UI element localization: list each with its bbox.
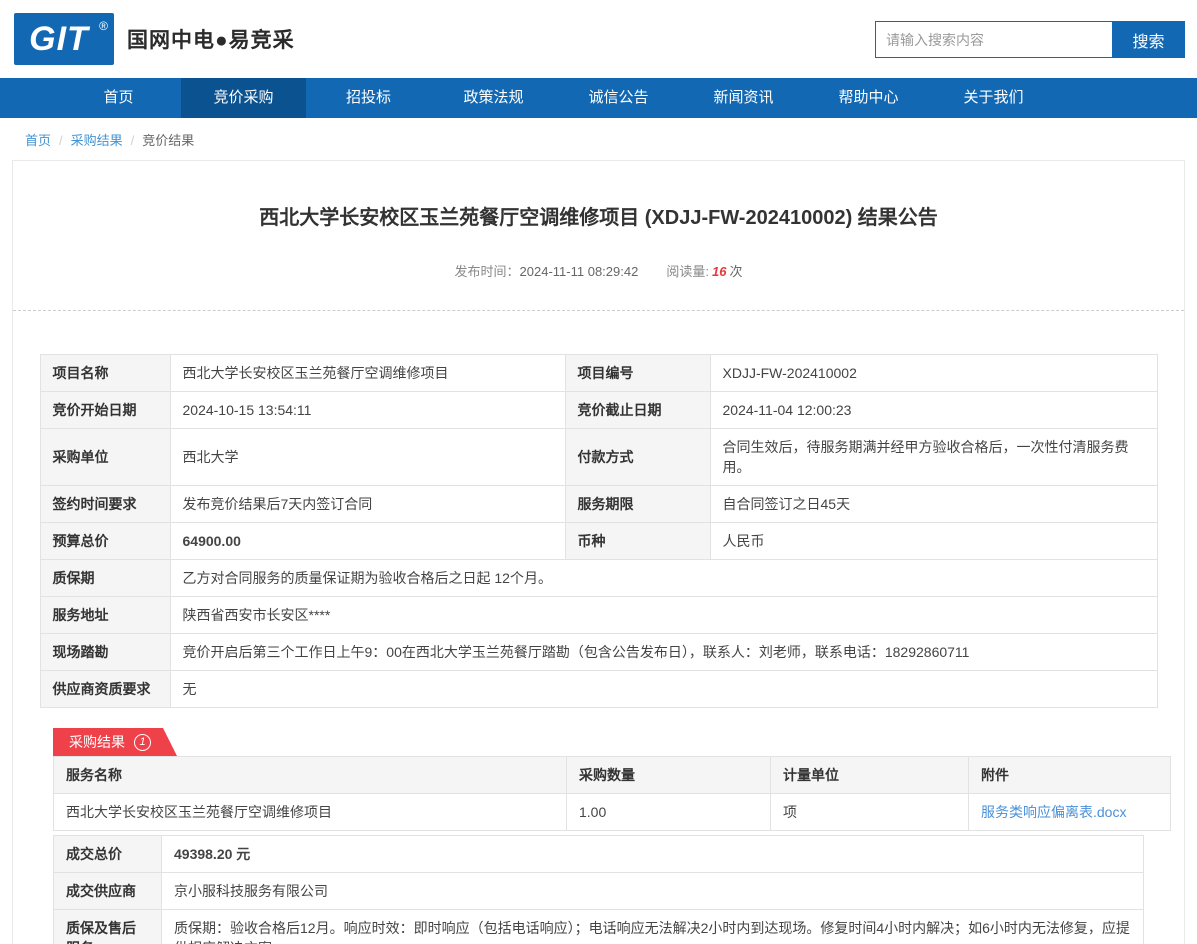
currency-value: 人民币 (709, 522, 1158, 560)
project-name-value: 西北大学长安校区玉兰苑餐厅空调维修项目 (169, 354, 566, 392)
project-name-label: 项目名称 (39, 354, 171, 392)
breadcrumb-home[interactable]: 首页 (25, 133, 51, 148)
payment-method-label: 付款方式 (564, 428, 711, 486)
breadcrumb-procurement-results[interactable]: 采购结果 (71, 133, 123, 148)
table-row: 质保及售后服务 质保期：验收合格后12月。响应时效：即时响应（包括电话响应）；电… (53, 909, 1144, 944)
read-count-label: 阅读量: (666, 264, 709, 279)
bid-deadline-value: 2024-11-04 12:00:23 (709, 391, 1158, 429)
site-header: GIT ® 国网中电●易竞采 搜索 (0, 0, 1197, 78)
winning-supplier-value: 京小服科技服务有限公司 (161, 872, 1144, 910)
breadcrumb: 首页 / 采购结果 / 竞价结果 (0, 118, 1197, 160)
warranty-service-label: 质保及售后服务 (53, 909, 162, 944)
signing-time-value: 发布竞价结果后7天内签订合同 (169, 485, 566, 523)
service-address-label: 服务地址 (39, 596, 171, 634)
purchaser-value: 西北大学 (169, 428, 566, 486)
supplier-qualification-value: 无 (169, 670, 1158, 708)
site-name: 国网中电●易竞采 (127, 29, 295, 52)
main-nav: 首页 竞价采购 招投标 政策法规 诚信公告 新闻资讯 帮助中心 关于我们 (0, 78, 1197, 118)
table-row: 竞价开始日期 2024-10-15 13:54:11 竞价截止日期 2024-1… (39, 391, 1158, 429)
procurement-result-ribbon: 采购结果 1 (53, 728, 177, 756)
bid-deadline-label: 竞价截止日期 (564, 391, 711, 429)
dashed-divider (13, 310, 1184, 311)
publish-time-label: 发布时间： (454, 264, 520, 279)
nav-item-help-center[interactable]: 帮助中心 (806, 78, 931, 118)
table-row: 采购单位 西北大学 付款方式 合同生效后，待服务期满并经甲方验收合格后，一次性付… (39, 428, 1158, 486)
breadcrumb-bidding-results: 竞价结果 (142, 133, 195, 148)
service-period-value: 自合同签订之日45天 (709, 485, 1158, 523)
nav-item-integrity-notices[interactable]: 诚信公告 (556, 78, 681, 118)
brand[interactable]: GIT ® 国网中电●易竞采 (14, 13, 295, 65)
unit-header: 计量单位 (770, 756, 969, 794)
supplier-qualification-label: 供应商资质要求 (39, 670, 171, 708)
nav-item-policies[interactable]: 政策法规 (431, 78, 556, 118)
announcement-card: 西北大学长安校区玉兰苑餐厅空调维修项目 (XDJJ-FW-202410002) … (12, 160, 1185, 944)
table-row: 供应商资质要求 无 (39, 670, 1158, 708)
payment-method-value: 合同生效后，待服务期满并经甲方验收合格后，一次性付清服务费用。 (709, 428, 1158, 486)
warranty-period-value: 乙方对合同服务的质量保证期为验收合格后之日起 12个月。 (169, 559, 1158, 597)
nav-item-tendering[interactable]: 招投标 (306, 78, 431, 118)
warranty-period-label: 质保期 (39, 559, 171, 597)
publish-time: 2024-11-11 08:29:42 (519, 264, 639, 279)
table-row: 预算总价 64900.00 币种 人民币 (39, 522, 1158, 560)
service-name-header: 服务名称 (53, 756, 567, 794)
nav-item-about-us[interactable]: 关于我们 (931, 78, 1056, 118)
git-logo: GIT ® (14, 13, 114, 65)
table-row: 质保期 乙方对合同服务的质量保证期为验收合格后之日起 12个月。 (39, 559, 1158, 597)
result-number-badge: 1 (134, 734, 151, 751)
breadcrumb-separator: / (130, 133, 135, 148)
table-row: 现场踏勘 竞价开启后第三个工作日上午9：00在西北大学玉兰苑餐厅踏勘（包含公告发… (39, 633, 1158, 671)
ribbon-label: 采购结果 (69, 734, 125, 750)
table-row: 签约时间要求 发布竞价结果后7天内签订合同 服务期限 自合同签订之日45天 (39, 485, 1158, 523)
announcement-meta: 发布时间：2024-11-11 08:29:42 阅读量: 16 次 (13, 261, 1184, 280)
winning-supplier-label: 成交供应商 (53, 872, 162, 910)
quantity-value: 1.00 (566, 793, 771, 831)
registered-trademark-icon: ® (99, 19, 108, 33)
project-info-table: 项目名称 西北大学长安校区玉兰苑餐厅空调维修项目 项目编号 XDJJ-FW-20… (39, 354, 1158, 708)
page-title: 西北大学长安校区玉兰苑餐厅空调维修项目 (XDJJ-FW-202410002) … (259, 207, 938, 229)
logo-text: GIT (29, 19, 89, 58)
bid-start-value: 2024-10-15 13:54:11 (169, 391, 566, 429)
warranty-service-value: 质保期：验收合格后12月。响应时效：即时响应（包括电话响应）；电话响应无法解决2… (161, 909, 1144, 944)
budget-total-value: 64900.00 (169, 522, 566, 560)
site-survey-value: 竞价开启后第三个工作日上午9：00在西北大学玉兰苑餐厅踏勘（包含公告发布日），联… (169, 633, 1158, 671)
budget-total-label: 预算总价 (39, 522, 171, 560)
project-number-label: 项目编号 (564, 354, 711, 392)
deal-total-label: 成交总价 (53, 835, 162, 873)
read-count-unit: 次 (729, 264, 743, 279)
nav-item-news[interactable]: 新闻资讯 (681, 78, 806, 118)
service-address-value: 陕西省西安市长安区**** (169, 596, 1158, 634)
service-period-label: 服务期限 (564, 485, 711, 523)
attachment-header: 附件 (968, 756, 1171, 794)
table-header-row: 服务名称 采购数量 计量单位 附件 (53, 756, 1171, 794)
procurement-result-section: 采购结果 1 服务名称 采购数量 计量单位 附件 西北大学长安校区玉兰苑餐厅空调… (53, 728, 1171, 944)
service-name-value: 西北大学长安校区玉兰苑餐厅空调维修项目 (53, 793, 567, 831)
project-number-value: XDJJ-FW-202410002 (709, 354, 1158, 392)
nav-item-bidding-procurement[interactable]: 竞价采购 (181, 78, 306, 118)
currency-label: 币种 (564, 522, 711, 560)
signing-time-label: 签约时间要求 (39, 485, 171, 523)
site-survey-label: 现场踏勘 (39, 633, 171, 671)
bid-start-label: 竞价开始日期 (39, 391, 171, 429)
quantity-header: 采购数量 (566, 756, 771, 794)
read-count: 16 (711, 264, 727, 279)
result-item-table: 服务名称 采购数量 计量单位 附件 西北大学长安校区玉兰苑餐厅空调维修项目 1.… (53, 756, 1171, 831)
search-button[interactable]: 搜索 (1112, 21, 1185, 58)
result-detail-table: 成交总价 49398.20 元 成交供应商 京小服科技服务有限公司 质保及售后服… (53, 835, 1144, 944)
table-row: 服务地址 陕西省西安市长安区**** (39, 596, 1158, 634)
purchaser-label: 采购单位 (39, 428, 171, 486)
breadcrumb-separator: / (59, 133, 63, 148)
table-row: 项目名称 西北大学长安校区玉兰苑餐厅空调维修项目 项目编号 XDJJ-FW-20… (39, 354, 1158, 392)
search-bar: 搜索 (875, 21, 1185, 58)
deal-total-value: 49398.20 元 (161, 835, 1144, 873)
table-row: 西北大学长安校区玉兰苑餐厅空调维修项目 1.00 项 服务类响应偏离表.docx (53, 793, 1171, 831)
table-row: 成交供应商 京小服科技服务有限公司 (53, 872, 1144, 910)
unit-value: 项 (770, 793, 969, 831)
search-input[interactable] (875, 21, 1112, 58)
table-row: 成交总价 49398.20 元 (53, 835, 1144, 873)
nav-item-home[interactable]: 首页 (56, 78, 181, 118)
attachment-link[interactable]: 服务类响应偏离表.docx (981, 804, 1126, 820)
